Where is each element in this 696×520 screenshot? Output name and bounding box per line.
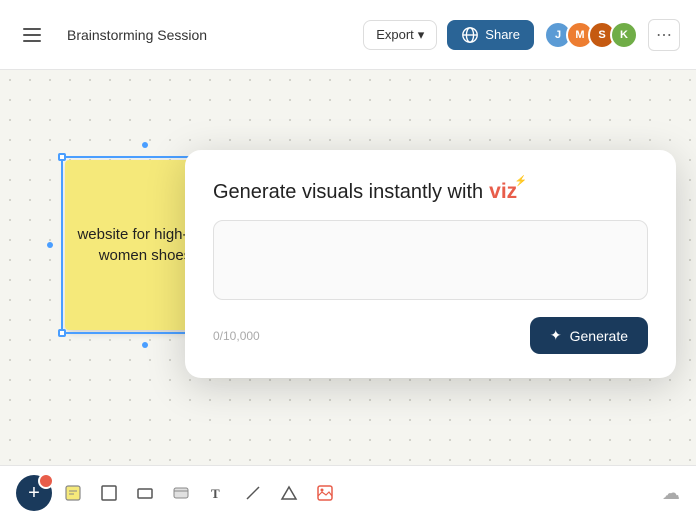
cloud-icon: ☁ xyxy=(662,483,680,504)
share-label: Share xyxy=(485,27,520,42)
char-count: 0/10,000 xyxy=(213,329,260,343)
export-button[interactable]: Export ▾ xyxy=(363,20,437,50)
triangle-tool[interactable] xyxy=(274,478,304,508)
frame-tool-icon xyxy=(100,484,118,502)
card-tool[interactable] xyxy=(166,478,196,508)
shape-tool[interactable] xyxy=(130,478,160,508)
sparkle-icon: ✦ xyxy=(550,327,562,344)
frame-tool[interactable] xyxy=(94,478,124,508)
viz-brand: viz xyxy=(489,180,517,204)
generate-panel-title: Generate visuals instantly with viz xyxy=(213,180,648,204)
panel-footer: 0/10,000 ✦ Generate xyxy=(213,317,648,354)
generate-label: Generate xyxy=(570,328,628,344)
avatar-4: K xyxy=(610,21,638,49)
prompt-textarea[interactable] xyxy=(213,220,648,300)
generate-panel: Generate visuals instantly with viz 0/10… xyxy=(185,150,676,378)
card-tool-icon xyxy=(172,484,190,502)
connect-handle-left[interactable] xyxy=(47,242,53,248)
image-tool-icon xyxy=(316,484,334,502)
collaborators-avatars: J M S K xyxy=(544,21,638,49)
triangle-tool-icon xyxy=(280,484,298,502)
shape-tool-icon xyxy=(136,484,154,502)
text-tool-icon: T xyxy=(208,484,226,502)
chevron-down-icon: ▾ xyxy=(418,27,425,43)
export-label: Export xyxy=(376,27,414,42)
share-button[interactable]: Share xyxy=(447,20,534,50)
generate-button[interactable]: ✦ Generate xyxy=(530,317,648,354)
resize-handle-tl[interactable] xyxy=(58,153,66,161)
more-options-button[interactable]: ⋯ xyxy=(648,19,680,51)
sticky-tool-icon xyxy=(64,484,82,502)
menu-button[interactable] xyxy=(16,19,48,51)
sticky-tool[interactable] xyxy=(58,478,88,508)
globe-icon xyxy=(461,26,479,44)
image-tool[interactable] xyxy=(310,478,340,508)
canvas[interactable]: website for high-end women shoes Generat… xyxy=(0,70,696,465)
top-toolbar: Export ▾ Share J M S K ⋯ xyxy=(0,0,696,70)
connect-handle-bottom[interactable] xyxy=(142,342,148,348)
title-prefix: Generate visuals instantly with xyxy=(213,181,483,204)
line-tool[interactable] xyxy=(238,478,268,508)
line-tool-icon xyxy=(244,484,262,502)
svg-text:T: T xyxy=(211,486,220,501)
bottom-toolbar: + T xyxy=(0,465,696,520)
add-button[interactable]: + xyxy=(16,475,52,511)
resize-handle-bl[interactable] xyxy=(58,329,66,337)
text-tool[interactable]: T xyxy=(202,478,232,508)
hamburger-icon xyxy=(23,28,41,42)
connect-handle-top[interactable] xyxy=(142,142,148,148)
document-title[interactable] xyxy=(58,22,257,48)
